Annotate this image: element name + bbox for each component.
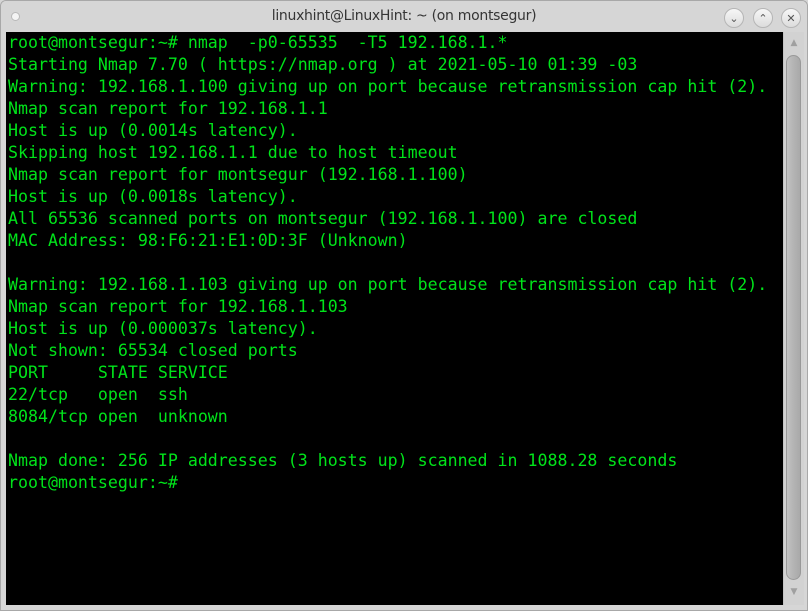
terminal-line: Host is up (0.000037s latency). <box>8 319 318 338</box>
arrow-up-icon: ▲ <box>790 38 798 48</box>
terminal-line: Nmap scan report for 192.168.1.1 <box>8 99 328 118</box>
terminal-line: Host is up (0.0018s latency). <box>8 187 298 206</box>
chevron-up-icon: ⌃ <box>758 11 768 25</box>
terminal-output[interactable]: root@montsegur:~# nmap -p0-65535 -T5 192… <box>6 32 783 605</box>
vertical-scrollbar[interactable]: ▲ ▼ <box>783 32 804 605</box>
close-button[interactable]: ✕ <box>781 8 801 28</box>
close-icon: ✕ <box>786 11 796 25</box>
terminal-line: MAC Address: 98:F6:21:E1:0D:3F (Unknown) <box>8 231 408 250</box>
scrollbar-thumb[interactable] <box>786 55 801 580</box>
terminal-line: Not shown: 65534 closed ports <box>8 341 298 360</box>
terminal-line: Nmap done: 256 IP addresses (3 hosts up)… <box>8 451 678 470</box>
arrow-down-icon: ▼ <box>790 587 798 597</box>
title-bar[interactable]: linuxhint@LinuxHint: ~ (on montsegur) ⌄ … <box>1 1 807 33</box>
terminal-line: root@montsegur:~# nmap -p0-65535 -T5 192… <box>8 33 508 52</box>
terminal-line: 8084/tcp open unknown <box>8 407 228 426</box>
terminal-line: 22/tcp open ssh <box>8 385 188 404</box>
scroll-up-button[interactable]: ▲ <box>784 34 804 52</box>
scroll-down-button[interactable]: ▼ <box>784 583 804 601</box>
terminal-line: root@montsegur:~# <box>8 473 188 492</box>
terminal-line: All 65536 scanned ports on montsegur (19… <box>8 209 638 228</box>
terminal-line: Warning: 192.168.1.100 giving up on port… <box>8 77 768 96</box>
terminal-line: Starting Nmap 7.70 ( https://nmap.org ) … <box>8 55 638 74</box>
terminal-line: Nmap scan report for 192.168.1.103 <box>8 297 348 316</box>
terminal-line: Nmap scan report for montsegur (192.168.… <box>8 165 468 184</box>
maximize-button[interactable]: ⌃ <box>753 8 773 28</box>
terminal-line: Host is up (0.0014s latency). <box>8 121 298 140</box>
terminal-text: root@montsegur:~# nmap -p0-65535 -T5 192… <box>8 32 767 494</box>
terminal-line: Skipping host 192.168.1.1 due to host ti… <box>8 143 458 162</box>
window-title: linuxhint@LinuxHint: ~ (on montsegur) <box>271 8 537 24</box>
terminal-line: PORT STATE SERVICE <box>8 363 228 382</box>
terminal-line: Warning: 192.168.1.103 giving up on port… <box>8 275 768 294</box>
chevron-down-icon: ⌄ <box>729 11 739 25</box>
terminal-window: linuxhint@LinuxHint: ~ (on montsegur) ⌄ … <box>0 0 808 611</box>
minimize-button[interactable]: ⌄ <box>724 8 744 28</box>
